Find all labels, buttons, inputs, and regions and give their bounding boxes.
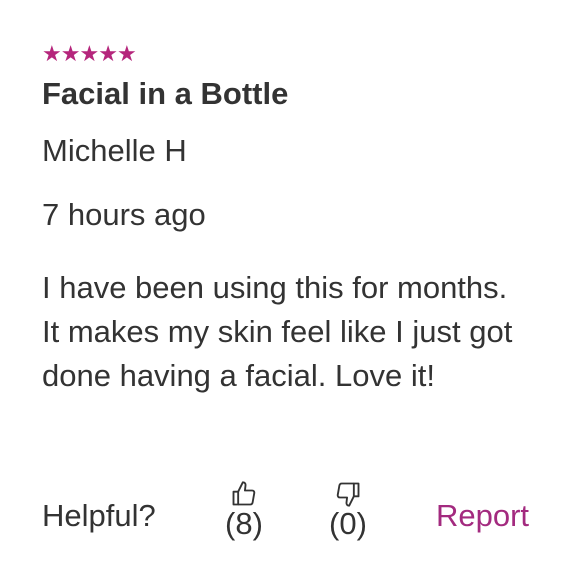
review-body: I have been using this for months. It ma… (42, 270, 513, 393)
report-link[interactable]: Report (436, 498, 529, 534)
review-author: Michelle H (42, 133, 187, 168)
thumbs-up-count: (8) (225, 506, 263, 541)
thumbs-up-icon (232, 481, 256, 506)
helpful-label: Helpful? (42, 498, 156, 533)
star-icon: ★ (116, 41, 137, 66)
review-title: Facial in a Bottle (42, 76, 289, 111)
thumbs-down-button[interactable]: (0) (318, 480, 378, 542)
star-icon: ★ (98, 41, 118, 66)
star-rating: ★ ★ ★ ★ ★ (42, 41, 137, 66)
star-icon: ★ (42, 41, 62, 66)
thumbs-down-count: (0) (329, 506, 367, 541)
star-icon: ★ (60, 41, 81, 66)
review-timestamp: 7 hours ago (42, 197, 206, 232)
thumbs-down-icon (336, 482, 360, 507)
star-icon: ★ (79, 41, 99, 66)
thumbs-up-button[interactable]: (8) (214, 480, 274, 542)
review-card: ★ ★ ★ ★ ★ Facial in a Bottle Michelle H … (0, 0, 580, 580)
